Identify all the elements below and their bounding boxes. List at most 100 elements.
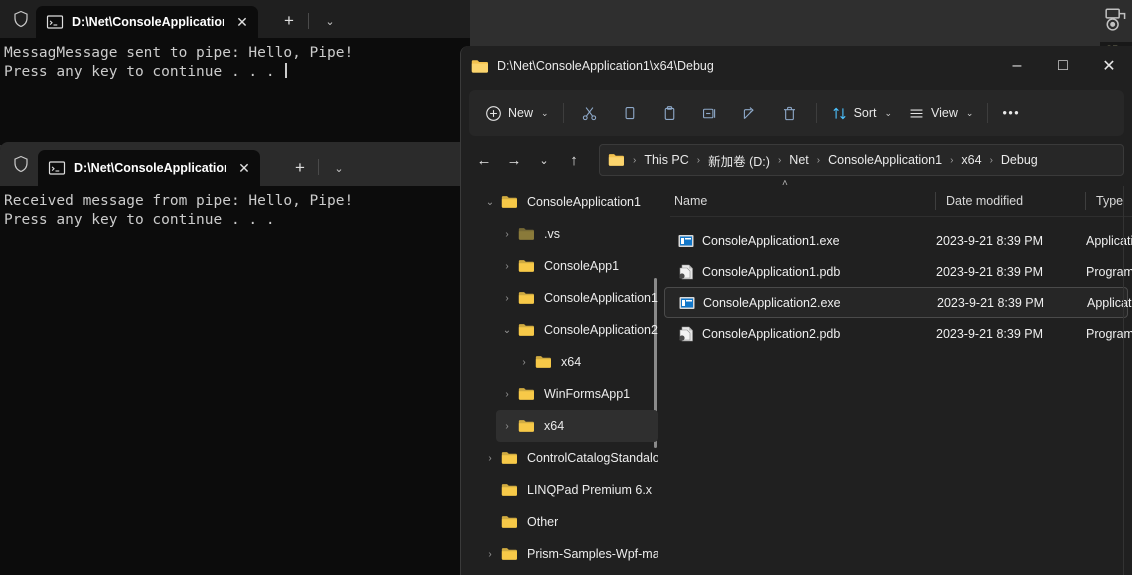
breadcrumb-consoleapplication1[interactable]: ConsoleApplication1: [824, 151, 946, 169]
tree-item-consoleapplication1[interactable]: ⌄ ConsoleApplication1: [479, 186, 658, 218]
file-type: Program Debug Database: [1086, 326, 1132, 341]
file-row[interactable]: ConsoleApplication2.exe 2023-9-21 8:39 PM…: [664, 287, 1132, 318]
terminal-window-1[interactable]: D:\Net\ConsoleApplication1\ ✕ + ⌄ Messag…: [0, 0, 470, 145]
toolbar-separator-2: [815, 103, 817, 123]
file-list-pane[interactable]: ˄ Name Date modified Type ConsoleApplica…: [664, 178, 1132, 575]
chevron-right-icon[interactable]: ›: [513, 346, 535, 378]
new-button[interactable]: New ⌄: [477, 97, 557, 129]
column-header-type[interactable]: Type: [1086, 186, 1132, 216]
file-explorer-window[interactable]: D:\Net\ConsoleApplication1\x64\Debug – □…: [460, 46, 1132, 575]
folder-icon: [518, 260, 534, 272]
navigation-pane[interactable]: ⌄ ConsoleApplication1 › .vs › ConsoleApp1 › Con…: [461, 186, 664, 575]
folder-icon: [535, 356, 551, 368]
pdb-file-icon: [679, 264, 693, 279]
chevron-placeholder: [479, 474, 501, 506]
pdb-file-icon: [679, 326, 693, 341]
tree-item-label: ConsoleApplication1: [527, 195, 641, 209]
sort-ascending-icon: ˄: [782, 178, 788, 189]
tree-item-prism-samples-wpf-master[interactable]: › Prism-Samples-Wpf-master: [479, 538, 658, 570]
desktop: 85 D:\Net\ConsoleApplication1\ ✕ + ⌄ Mes…: [0, 0, 1132, 575]
pane-divider[interactable]: [1123, 186, 1124, 575]
rename-icon: [703, 108, 716, 118]
tree-item-other[interactable]: Other: [479, 506, 658, 538]
file-row[interactable]: ConsoleApplication2.pdb 2023-9-21 8:39 PM…: [664, 318, 1132, 349]
column-header-name-label: Name: [674, 194, 708, 208]
sort-button[interactable]: Sort ⌄: [823, 97, 900, 129]
minimize-button[interactable]: –: [994, 46, 1040, 86]
chevron-right-icon[interactable]: ›: [496, 218, 518, 250]
folder-icon: [518, 388, 534, 400]
breadcrumb-separator: ›: [989, 154, 993, 166]
file-row[interactable]: ConsoleApplication1.pdb 2023-9-21 8:39 PM…: [664, 256, 1132, 287]
tree-item-label: x64: [561, 355, 582, 369]
column-header-date-modified[interactable]: Date modified: [936, 186, 1086, 216]
shield-icon: [14, 155, 28, 173]
file-row[interactable]: ConsoleApplication1.exe 2023-9-21 8:39 PM…: [664, 225, 1132, 256]
terminal2-tab-dropdown-icon[interactable]: ⌄: [327, 153, 351, 183]
cut-button[interactable]: [570, 97, 610, 129]
tree-item-consoleapp1[interactable]: › ConsoleApp1: [496, 250, 658, 282]
folder-icon: [471, 59, 488, 73]
delete-button[interactable]: [770, 97, 810, 129]
terminal1-tab-title: D:\Net\ConsoleApplication1\: [72, 15, 224, 29]
tree-item-consoleapplication1[interactable]: › ConsoleApplication1: [496, 282, 658, 314]
breadcrumb-x64[interactable]: x64: [957, 151, 985, 169]
paste-button[interactable]: [650, 97, 690, 129]
terminal-window-2[interactable]: D:\Net\ConsoleApplication1\ ✕ + ⌄ Receiv…: [0, 142, 470, 575]
view-button[interactable]: View ⌄: [900, 97, 981, 129]
folder-icon: [501, 196, 517, 208]
tree-item-label: Prism-Samples-Wpf-master: [527, 547, 658, 561]
tree-item-consoleapplication2[interactable]: ⌄ ConsoleApplication2: [496, 314, 658, 346]
chevron-right-icon[interactable]: ›: [496, 282, 518, 314]
terminal2-titlebar: D:\Net\ConsoleApplication1\ ✕ + ⌄: [0, 142, 470, 186]
list-lines-icon: [910, 109, 923, 117]
copy-button[interactable]: [610, 97, 650, 129]
forward-button[interactable]: →: [499, 145, 529, 175]
back-button[interactable]: ←: [469, 145, 499, 175]
tree-item-x64[interactable]: › x64: [496, 410, 658, 442]
tree-item-label: ConsoleApplication1: [544, 291, 658, 305]
chevron-right-icon[interactable]: ›: [496, 378, 518, 410]
trash-icon: [784, 106, 796, 120]
tree-item-vs[interactable]: › .vs: [496, 218, 658, 250]
explorer-title-text: D:\Net\ConsoleApplication1\x64\Debug: [497, 59, 714, 73]
terminal1-tab-dropdown-icon[interactable]: ⌄: [318, 6, 342, 36]
terminal1-tab[interactable]: D:\Net\ConsoleApplication1\ ✕: [36, 6, 258, 38]
chevron-right-icon[interactable]: ›: [496, 410, 518, 442]
file-list-column-headers: ˄ Name Date modified Type: [664, 178, 1132, 217]
close-button[interactable]: ✕: [1086, 46, 1132, 86]
breadcrumb-net[interactable]: Net: [785, 151, 812, 169]
console-cmd-icon: [46, 15, 64, 29]
terminal1-new-tab-button[interactable]: +: [275, 6, 303, 36]
explorer-title-group: D:\Net\ConsoleApplication1\x64\Debug: [471, 46, 714, 86]
breadcrumb-debug[interactable]: Debug: [997, 151, 1042, 169]
sort-button-label: Sort: [853, 106, 877, 120]
chevron-right-icon[interactable]: ›: [479, 538, 501, 570]
chevron-down-icon[interactable]: ⌄: [496, 314, 518, 346]
address-breadcrumb-bar[interactable]: › This PC › 新加卷 (D:) › Net › ConsoleAppl…: [599, 144, 1124, 176]
column-header-underline: [670, 216, 1132, 217]
rename-button[interactable]: [690, 97, 730, 129]
explorer-address-row: ← → ⌄ ↑ › This PC › 新加卷 (D:) › Net › Con…: [469, 140, 1124, 180]
chevron-right-icon[interactable]: ›: [479, 442, 501, 474]
folder-icon: [518, 292, 534, 304]
up-button[interactable]: ↑: [559, 145, 589, 175]
tree-item-controlcatalogstandalone[interactable]: › ControlCatalogStandalone: [479, 442, 658, 474]
breadcrumb-this-pc[interactable]: This PC: [640, 151, 692, 169]
terminal2-tab[interactable]: D:\Net\ConsoleApplication1\ ✕: [38, 150, 260, 186]
recent-locations-button[interactable]: ⌄: [529, 145, 559, 175]
terminal1-tab-close-icon[interactable]: ✕: [232, 12, 252, 32]
share-button[interactable]: [730, 97, 770, 129]
tree-item-winformsapp1[interactable]: › WinFormsApp1: [496, 378, 658, 410]
file-type: Program Debug Database: [1086, 264, 1132, 279]
column-header-name[interactable]: ˄ Name: [664, 178, 936, 216]
maximize-button[interactable]: □: [1040, 46, 1086, 86]
chevron-right-icon[interactable]: ›: [496, 250, 518, 282]
terminal2-tab-close-icon[interactable]: ✕: [234, 158, 254, 178]
chevron-down-icon[interactable]: ⌄: [479, 186, 501, 218]
tree-item-x64[interactable]: › x64: [513, 346, 658, 378]
more-options-button[interactable]: •••: [994, 97, 1028, 129]
tree-item-linqpad-premium-6-x[interactable]: LINQPad Premium 6.x: [479, 474, 658, 506]
breadcrumb-drive-d[interactable]: 新加卷 (D:): [704, 149, 774, 172]
terminal2-new-tab-button[interactable]: +: [286, 153, 314, 183]
